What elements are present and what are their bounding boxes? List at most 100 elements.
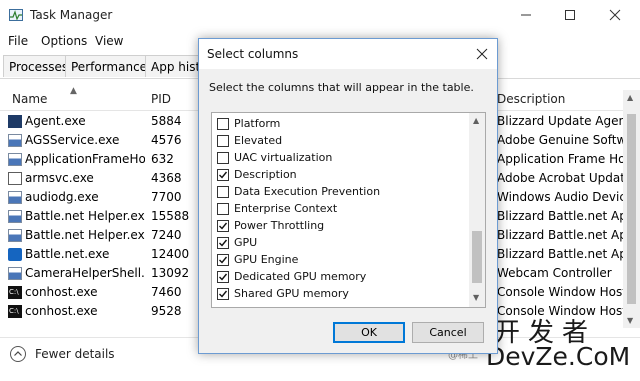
checkbox[interactable] xyxy=(217,271,229,283)
process-name: conhost.exe xyxy=(25,304,98,318)
process-name: Battle.net.exe xyxy=(25,247,110,261)
process-description: Adobe Genuine Software xyxy=(497,133,623,147)
column-option-gpu-engine[interactable]: GPU Engine xyxy=(216,252,466,268)
columns-listbox: Platform Elevated UAC virtualization Des… xyxy=(211,112,486,308)
process-description: Blizzard Battle.net App B xyxy=(497,209,623,223)
checkbox[interactable] xyxy=(217,288,229,300)
checkbox[interactable] xyxy=(217,135,229,147)
column-option-label: Platform xyxy=(234,117,281,130)
column-option-enterprise-context[interactable]: Enterprise Context xyxy=(216,201,466,217)
column-option-label: Description xyxy=(234,168,297,181)
column-header-pid[interactable]: PID xyxy=(151,92,171,106)
dialog-title: Select columns xyxy=(207,47,299,61)
process-name: conhost.exe xyxy=(25,285,98,299)
watermark-logo: 开发者 DevZe.CoM xyxy=(486,312,636,376)
checkbox[interactable] xyxy=(217,186,229,198)
column-option-label: Enterprise Context xyxy=(234,202,338,215)
close-icon xyxy=(609,9,621,21)
process-description: Application Frame Host xyxy=(497,152,623,166)
close-icon xyxy=(476,48,488,60)
title-bar: Task Manager xyxy=(0,0,640,30)
column-option-label: Dedicated GPU memory xyxy=(234,270,367,283)
battlenet-icon xyxy=(8,248,22,261)
column-option-shared-gpu-memory[interactable]: Shared GPU memory xyxy=(216,286,466,302)
cancel-button[interactable]: Cancel xyxy=(412,322,484,343)
menu-view[interactable]: View xyxy=(95,34,123,48)
console-icon: C:\ xyxy=(8,286,22,299)
close-button[interactable] xyxy=(603,4,627,26)
maximize-button[interactable] xyxy=(558,4,582,26)
column-option-label: UAC virtualization xyxy=(234,151,333,164)
checkbox[interactable] xyxy=(217,169,229,181)
process-description: Windows Audio Device G xyxy=(497,190,623,204)
process-description: Console Window Host xyxy=(497,285,623,299)
column-option-label: GPU xyxy=(234,236,258,249)
service-icon xyxy=(8,229,22,242)
process-name: Battle.net Helper.exe xyxy=(25,228,145,242)
process-name: audiodg.exe xyxy=(25,190,99,204)
chevron-up-icon[interactable] xyxy=(10,346,26,362)
column-option-description[interactable]: Description xyxy=(216,167,466,183)
column-option-platform[interactable]: Platform xyxy=(216,116,466,132)
process-list-scrollbar[interactable]: ▲ ▼ xyxy=(623,90,640,328)
column-option-uac-virtualization[interactable]: UAC virtualization xyxy=(216,150,466,166)
minimize-button[interactable] xyxy=(514,4,538,26)
dialog-close-button[interactable] xyxy=(471,43,493,65)
tab-app-history[interactable]: App history xyxy=(145,55,201,77)
process-name: ApplicationFrameHo... xyxy=(25,152,145,166)
checkbox[interactable] xyxy=(217,237,229,249)
service-icon xyxy=(8,191,22,204)
sort-ascending-icon: ▲ xyxy=(70,86,77,96)
blizzard-icon xyxy=(8,115,22,128)
column-option-dedicated-gpu-memory[interactable]: Dedicated GPU memory xyxy=(216,269,466,285)
column-option-power-throttling[interactable]: Power Throttling xyxy=(216,218,466,234)
checkbox[interactable] xyxy=(217,118,229,130)
scrollbar-thumb[interactable] xyxy=(472,231,482,283)
column-option-gpu[interactable]: GPU xyxy=(216,235,466,251)
checkbox[interactable] xyxy=(217,203,229,215)
process-pid: 7700 xyxy=(151,190,182,204)
console-icon: C:\ xyxy=(8,305,22,318)
process-pid: 4368 xyxy=(151,171,182,185)
process-name: CameraHelperShell.e xyxy=(25,266,145,280)
ok-button[interactable]: OK xyxy=(333,322,405,343)
process-name: AGSService.exe xyxy=(25,133,120,147)
process-name: Agent.exe xyxy=(25,114,86,128)
tab-performance[interactable]: Performance xyxy=(65,55,154,77)
menu-options[interactable]: Options xyxy=(41,34,87,48)
column-option-label: Data Execution Prevention xyxy=(234,185,381,198)
process-pid: 7460 xyxy=(151,285,182,299)
column-option-elevated[interactable]: Elevated xyxy=(216,133,466,149)
process-pid: 12400 xyxy=(151,247,190,261)
process-pid: 7240 xyxy=(151,228,182,242)
process-name: Battle.net Helper.exe xyxy=(25,209,145,223)
column-option-label: GPU Engine xyxy=(234,253,299,266)
scroll-up-icon[interactable]: ▲ xyxy=(473,116,479,125)
minimize-icon xyxy=(521,14,531,16)
column-option-label: Shared GPU memory xyxy=(234,287,349,300)
dialog-title-bar: Select columns xyxy=(199,39,497,69)
process-description: Blizzard Battle.net App B xyxy=(497,228,623,242)
fewer-details-link[interactable]: Fewer details xyxy=(35,347,115,361)
scrollbar-thumb[interactable] xyxy=(627,114,636,304)
column-option-label: Elevated xyxy=(234,134,283,147)
tab-processes[interactable]: Processes xyxy=(3,55,75,77)
scroll-down-icon[interactable]: ▼ xyxy=(473,293,479,302)
process-description: Blizzard Update Agent xyxy=(497,114,623,128)
column-header-description[interactable]: Description xyxy=(497,92,565,106)
listbox-scrollbar[interactable]: ▲ ▼ xyxy=(469,113,485,307)
process-pid: 9528 xyxy=(151,304,182,318)
checkbox[interactable] xyxy=(217,254,229,266)
scroll-up-icon[interactable]: ▲ xyxy=(627,93,633,102)
column-header-name[interactable]: Name xyxy=(12,92,47,106)
menu-file[interactable]: File xyxy=(8,34,28,48)
column-option-label: Power Throttling xyxy=(234,219,325,232)
checkbox[interactable] xyxy=(217,152,229,164)
dialog-instruction: Select the columns that will appear in t… xyxy=(209,81,474,94)
process-pid: 4576 xyxy=(151,133,182,147)
column-option-data-execution-prevention[interactable]: Data Execution Prevention xyxy=(216,184,466,200)
process-pid: 5884 xyxy=(151,114,182,128)
checkbox[interactable] xyxy=(217,220,229,232)
window-title: Task Manager xyxy=(30,8,113,22)
process-description: Blizzard Battle.net App xyxy=(497,247,623,261)
